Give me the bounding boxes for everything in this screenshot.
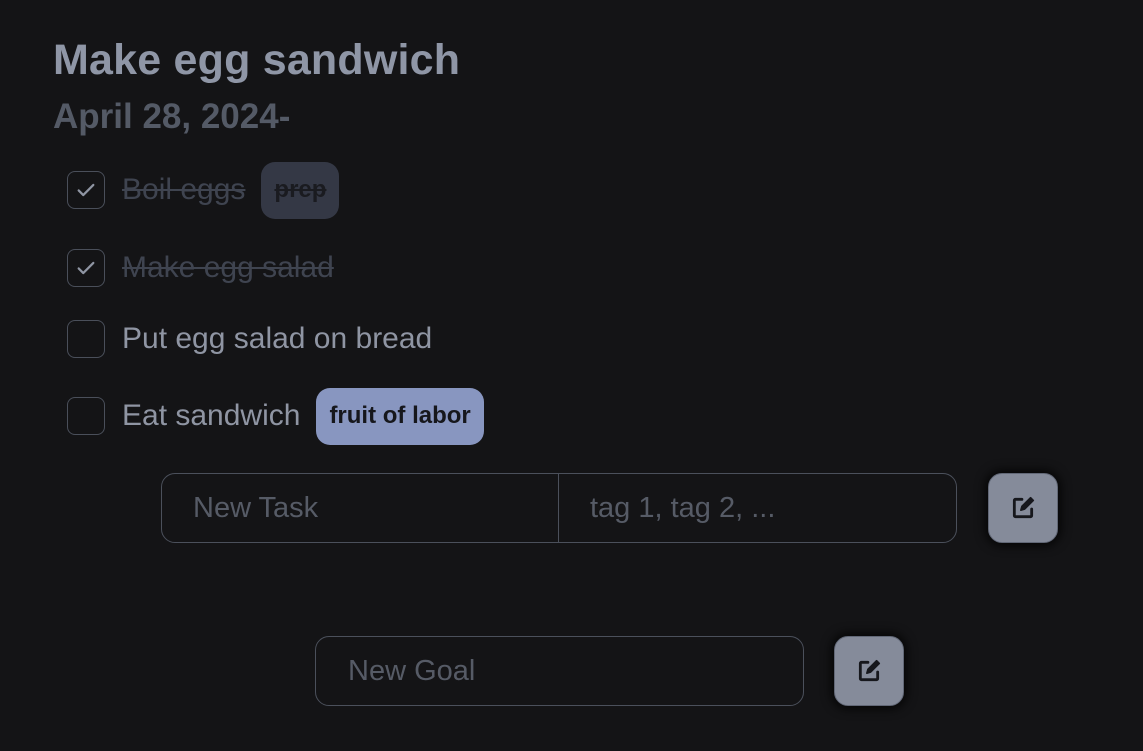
task-label: Boil eggs [122, 173, 246, 206]
new-goal-input[interactable] [315, 636, 804, 706]
check-icon [77, 183, 95, 197]
new-task-tags-input[interactable] [559, 474, 956, 542]
task-checkbox[interactable] [67, 320, 105, 358]
task-tag: fruit of labor [316, 387, 484, 445]
task-label: Eat sandwich [122, 399, 301, 432]
edit-icon [1012, 496, 1035, 519]
check-icon [77, 261, 95, 275]
goal-date: April 28, 2024- [53, 97, 291, 136]
edit-icon [858, 659, 881, 682]
add-task-button[interactable] [988, 473, 1058, 543]
new-task-form [161, 473, 957, 543]
task-tag: prep [261, 161, 340, 219]
task-item: Eat sandwich fruit of labor [67, 387, 484, 445]
task-item: Make egg salad [67, 248, 334, 288]
task-checkbox[interactable] [67, 249, 105, 287]
task-checkbox[interactable] [67, 171, 105, 209]
task-label: Make egg salad [122, 251, 334, 284]
task-item: Put egg salad on bread [67, 319, 432, 359]
new-task-input[interactable] [162, 474, 559, 542]
task-checkbox[interactable] [67, 397, 105, 435]
task-label: Put egg salad on bread [122, 322, 433, 355]
add-goal-button[interactable] [834, 636, 904, 706]
goal-title: Make egg sandwich [53, 36, 461, 84]
task-item: Boil eggs prep [67, 161, 340, 219]
